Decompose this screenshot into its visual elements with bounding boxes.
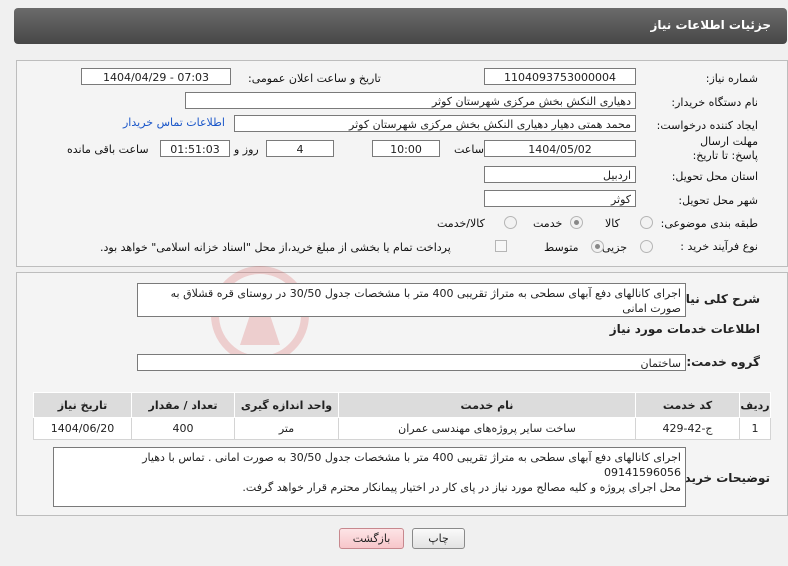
category-radio-service[interactable] xyxy=(570,216,583,229)
buyer-notes-line-1: اجرای کانالهای دفع آبهای سطحی به متراژ ت… xyxy=(142,451,681,464)
page-header: جزئیات اطلاعات نیاز xyxy=(14,8,787,44)
treasury-payment-note: پرداخت تمام یا بخشی از مبلغ خرید،از محل … xyxy=(100,241,451,254)
cell-unit: متر xyxy=(234,417,339,440)
category-label: طبقه بندی موضوعی: xyxy=(660,217,758,230)
need-number-field[interactable]: 1104093753000004 xyxy=(484,68,636,85)
cell-need-date: 1404/06/20 xyxy=(33,417,132,440)
buyer-notes-textarea[interactable]: اجرای کانالهای دفع آبهای سطحی به متراژ ت… xyxy=(53,447,686,507)
time-remaining-label: ساعت باقی مانده xyxy=(67,143,149,156)
cell-quantity: 400 xyxy=(131,417,235,440)
purchase-type-option-medium: متوسط xyxy=(544,241,579,254)
col-quantity: تعداد / مقدار xyxy=(131,392,235,418)
col-service-name: نام خدمت xyxy=(338,392,636,418)
purchase-type-radio-minor[interactable] xyxy=(640,240,653,253)
col-row-number: ردیف xyxy=(739,392,771,418)
province-label: استان محل تحویل: xyxy=(671,170,758,183)
service-group-label: گروه خدمت: xyxy=(686,355,760,369)
cell-row-number: 1 xyxy=(739,417,771,440)
province-field[interactable]: اردبیل xyxy=(484,166,636,183)
announce-label: تاریخ و ساعت اعلان عمومی: xyxy=(248,72,381,85)
page-title: جزئیات اطلاعات نیاز xyxy=(650,18,771,32)
category-option-goods-service: کالا/خدمت xyxy=(437,217,485,230)
col-service-code: کد خدمت xyxy=(635,392,740,418)
print-button[interactable]: چاپ xyxy=(412,528,465,549)
buyer-contact-link[interactable]: اطلاعات تماس خریدار xyxy=(123,116,225,129)
category-option-goods: کالا xyxy=(605,217,620,230)
purchase-type-radio-medium[interactable] xyxy=(591,240,604,253)
category-radio-goods-service[interactable] xyxy=(504,216,517,229)
deadline-time-label: ساعت xyxy=(454,143,484,156)
days-label: روز و xyxy=(234,143,259,156)
services-table: ردیف کد خدمت نام خدمت واحد اندازه گیری ت… xyxy=(33,392,771,440)
purchase-type-label: نوع فرآیند خرید : xyxy=(680,240,758,253)
col-need-date: تاریخ نیاز xyxy=(33,392,132,418)
deadline-label: مهلت ارسال پاسخ: تا تاریخ: xyxy=(692,135,758,162)
need-number-label: شماره نیاز: xyxy=(705,72,758,85)
category-radio-goods[interactable] xyxy=(640,216,653,229)
purchase-type-option-minor: جزیی xyxy=(602,241,628,254)
deadline-date-field[interactable]: 1404/05/02 xyxy=(484,140,636,157)
description-textarea[interactable]: اجرای کانالهای دفع آبهای سطحی به متراژ ت… xyxy=(137,283,686,317)
category-option-service: خدمت xyxy=(533,217,563,230)
buyer-label: نام دستگاه خریدار: xyxy=(671,96,758,109)
announce-datetime-field[interactable]: 1404/04/29 - 07:03 xyxy=(81,68,231,85)
time-remaining-field[interactable]: 01:51:03 xyxy=(160,140,230,157)
service-group-field[interactable]: ساختمان xyxy=(137,354,686,371)
cell-service-code: ج-42-429 xyxy=(635,417,740,440)
deadline-time-field[interactable]: 10:00 xyxy=(372,140,440,157)
back-button[interactable]: بازگشت xyxy=(339,528,404,549)
city-label: شهر محل تحویل: xyxy=(678,194,758,207)
table-row[interactable]: 1 ج-42-429 ساخت سایر پروژه‌های مهندسی عم… xyxy=(33,417,771,440)
col-unit: واحد اندازه گیری xyxy=(234,392,339,418)
treasury-payment-checkbox[interactable] xyxy=(495,240,507,252)
city-field[interactable]: کوثر xyxy=(484,190,636,207)
buyer-notes-line-3: محل اجرای پروژه و کلیه مصالح مورد نیاز د… xyxy=(242,481,681,494)
buyer-field[interactable]: دهیاری النکش بخش مرکزی شهرستان کوثر xyxy=(185,92,636,109)
creator-field[interactable]: محمد همتی دهیار دهیاری النکش بخش مرکزی ش… xyxy=(234,115,636,132)
creator-label: ایجاد کننده درخواست: xyxy=(656,119,758,132)
days-remaining-field[interactable]: 4 xyxy=(266,140,334,157)
services-section-title: اطلاعات خدمات مورد نیاز xyxy=(609,322,760,336)
buyer-notes-line-2: 09141596056 xyxy=(604,466,681,479)
description-label: شرح کلی نیاز: xyxy=(674,292,760,306)
cell-service-name: ساخت سایر پروژه‌های مهندسی عمران xyxy=(338,417,636,440)
